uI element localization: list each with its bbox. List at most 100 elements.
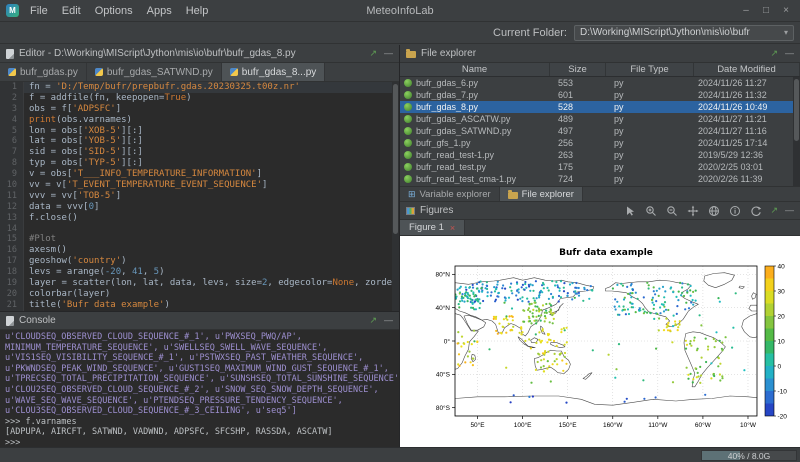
code-line[interactable]: 10vv = v['T_EVENT_TEMPERATURE_EVENT_SEQU… — [0, 180, 399, 191]
code-line[interactable]: 9v = obs['T___INFO_TEMPERATURE_INFORMATI… — [0, 169, 399, 180]
code-line[interactable]: 3obs = f['ADPSFC'] — [0, 104, 399, 115]
current-folder-combobox[interactable]: D:\Working\MIScript\Jython\mis\io\bufr ▾ — [574, 25, 794, 41]
editor-tab[interactable]: bufr_gdas_SATWND.py — [87, 63, 222, 81]
file-size: 724 — [550, 174, 606, 184]
code-line[interactable]: 5lon = obs['XOB-5'][:] — [0, 126, 399, 137]
menu-help[interactable]: Help — [179, 2, 216, 20]
code-line[interactable]: 1fn = 'D:/Temp/bufr/prepbufr.gdas.202303… — [0, 82, 399, 93]
code-line[interactable]: 16axesm() — [0, 245, 399, 256]
svg-text:40: 40 — [778, 263, 786, 270]
file-row[interactable]: bufr_gdas_7.py601py2024/11/26 11:32 — [400, 89, 800, 101]
line-number: 2 — [0, 93, 24, 104]
console-line: >>> f.varnames — [5, 417, 399, 428]
scrollbar[interactable] — [793, 77, 800, 186]
code-line[interactable]: 8typ = obs['TYP-5'][:] — [0, 158, 399, 169]
file-name: bufr_gfs_1.py — [416, 138, 471, 148]
file-table[interactable]: bufr_gdas_6.py553py2024/11/26 11:27bufr_… — [400, 77, 800, 186]
close-icon[interactable]: × — [776, 5, 796, 16]
hide-panel-icon[interactable]: — — [785, 206, 794, 215]
file-row[interactable]: bufr_read_test_cma-1.py724py2020/2/26 11… — [400, 173, 800, 185]
meteoinfolab-window: M FileEditOptionsAppsHelp MeteoInfoLab –… — [0, 0, 800, 462]
undock-icon[interactable]: ↗ — [770, 206, 778, 215]
figure-tab[interactable]: Figure 1 × — [400, 220, 465, 235]
code-line[interactable]: 20colorbar(layer) — [0, 289, 399, 300]
file-date: 2024/11/26 11:27 — [694, 78, 800, 88]
python-file-icon — [404, 175, 412, 183]
code-line[interactable]: 2f = addfile(fn, keepopen=True) — [0, 93, 399, 104]
column-header-name[interactable]: Name — [400, 63, 550, 76]
file-row[interactable]: bufr_read_test.py175py2020/2/25 03:01 — [400, 161, 800, 173]
rotate-icon[interactable] — [749, 205, 763, 217]
file-row[interactable]: bufr_read_test-1.py263py2019/5/29 12:36 — [400, 149, 800, 161]
zoom-in-icon[interactable] — [644, 205, 658, 217]
identify-icon[interactable] — [728, 205, 742, 217]
column-header-size[interactable]: Size — [550, 63, 606, 76]
pan-icon[interactable] — [686, 205, 700, 217]
column-header-file-type[interactable]: File Type — [606, 63, 694, 76]
menu-edit[interactable]: Edit — [55, 2, 88, 20]
code-line[interactable]: 17geoshow('country') — [0, 256, 399, 267]
figure-canvas[interactable]: Bufr data example50°E100°E150°E160°W110°… — [400, 236, 800, 447]
code-line[interactable]: 12data = vvv[0] — [0, 202, 399, 213]
current-folder-label: Current Folder: — [493, 27, 567, 39]
tab-variable-explorer[interactable]: ⊞Variable explorer — [400, 187, 500, 201]
map-figure[interactable]: Bufr data example50°E100°E150°E160°W110°… — [409, 240, 791, 442]
line-number: 8 — [0, 158, 24, 169]
zoom-out-icon[interactable] — [665, 205, 679, 217]
undock-icon[interactable]: ↗ — [369, 316, 377, 325]
menu-file[interactable]: File — [23, 2, 55, 20]
maximize-icon[interactable]: □ — [756, 5, 776, 16]
console-panel-title: Console — [19, 315, 56, 326]
file-row[interactable]: bufr_gdas_ASCATW.py489py2024/11/27 11:21 — [400, 113, 800, 125]
undock-icon[interactable]: ↗ — [369, 49, 377, 58]
editor-tab[interactable]: bufr_gdas.py — [0, 63, 87, 81]
code-line[interactable]: 18levs = arange(-20, 41, 5) — [0, 267, 399, 278]
line-number: 12 — [0, 202, 24, 213]
file-row[interactable]: bufr_gdas_6.py553py2024/11/26 11:27 — [400, 77, 800, 89]
editor-tab[interactable]: bufr_gdas_8...py — [222, 63, 326, 81]
file-date: 2019/5/29 12:36 — [694, 150, 800, 160]
file-name: bufr_read_test_cma-1.py — [416, 174, 516, 184]
menu-options[interactable]: Options — [88, 2, 140, 20]
column-header-date-modified[interactable]: Date Modified — [694, 63, 800, 76]
code-line[interactable]: 11vvv = vv['TOB-5'] — [0, 191, 399, 202]
line-number: 6 — [0, 136, 24, 147]
code-line[interactable]: 4print(obs.varnames) — [0, 115, 399, 126]
folder-icon — [508, 192, 518, 199]
code-line[interactable]: 19layer = scatter(lon, lat, data, levs, … — [0, 278, 399, 289]
memory-indicator[interactable]: 40% / 8.0G — [701, 450, 797, 461]
select-tool-icon[interactable] — [623, 205, 637, 217]
scrollbar-thumb[interactable] — [794, 79, 799, 141]
line-number: 1 — [0, 82, 24, 93]
hide-panel-icon[interactable]: — — [785, 49, 794, 58]
code-line[interactable]: 6lat = obs['YOB-5'][:] — [0, 136, 399, 147]
code-line[interactable]: 13f.close() — [0, 213, 399, 224]
code-line[interactable]: 7sid = obs['SID-5'][:] — [0, 147, 399, 158]
code-line[interactable]: 14 — [0, 224, 399, 235]
file-name-cell: bufr_gdas_8.py — [400, 102, 550, 112]
svg-text:10: 10 — [778, 338, 786, 345]
code-line[interactable]: 15#Plot — [0, 234, 399, 245]
menu-apps[interactable]: Apps — [140, 2, 179, 20]
hide-panel-icon[interactable]: — — [384, 49, 393, 58]
file-row[interactable]: bufr_gdas_SATWND.py497py2024/11/27 11:16 — [400, 125, 800, 137]
console-output[interactable]: u'CLOUDSEQ_OBSERVED_CLOUD_SEQUENCE_#_1',… — [0, 330, 399, 449]
file-row[interactable]: bufr_gdas_8.py528py2024/11/26 10:49 — [400, 101, 800, 113]
minimize-icon[interactable]: – — [736, 5, 756, 16]
editor-panel: Editor - D:\Working\MIScript\Jython\mis\… — [0, 45, 399, 312]
code-text: vvv = vv['TOB-5'] — [24, 191, 121, 202]
code-editor[interactable]: 1fn = 'D:/Temp/bufr/prepbufr.gdas.202303… — [0, 82, 399, 311]
undock-icon[interactable]: ↗ — [770, 49, 778, 58]
code-text: obs = f['ADPSFC'] — [24, 104, 121, 115]
close-tab-icon[interactable]: × — [450, 223, 455, 233]
full-extent-icon[interactable] — [707, 205, 721, 217]
scrollbar-thumb[interactable] — [393, 84, 398, 234]
file-type: py — [606, 162, 694, 172]
file-size: 553 — [550, 78, 606, 88]
code-line[interactable]: 21title('Bufr data example') — [0, 300, 399, 311]
hide-panel-icon[interactable]: — — [384, 316, 393, 325]
tab-file-explorer[interactable]: File explorer — [500, 187, 583, 201]
file-row[interactable]: bufr_gfs_1.py256py2024/11/25 17:14 — [400, 137, 800, 149]
scrollbar[interactable] — [392, 82, 399, 311]
chevron-down-icon[interactable]: ▾ — [784, 28, 788, 37]
